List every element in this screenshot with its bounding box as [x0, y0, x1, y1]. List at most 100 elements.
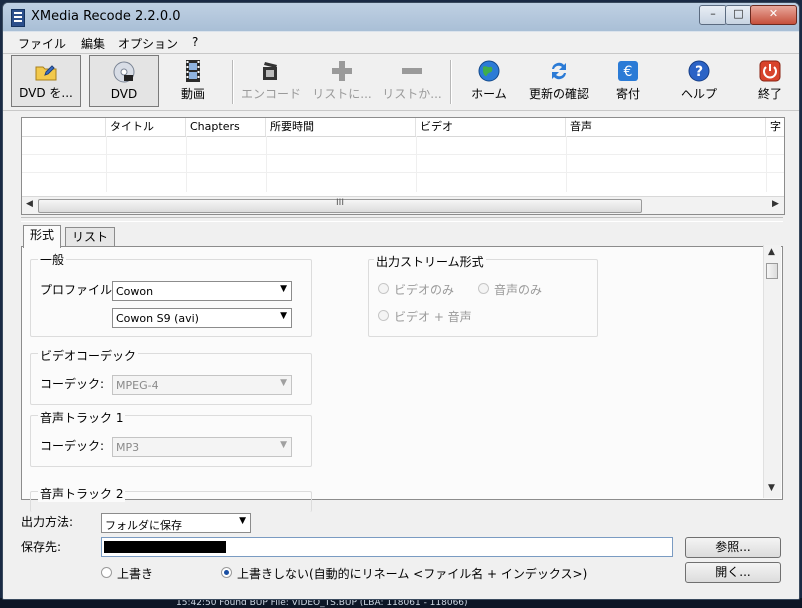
dvd-disc-icon: [113, 61, 135, 83]
save-to-label: 保存先:: [21, 540, 62, 554]
minus-icon: [402, 68, 422, 74]
overwrite-radio[interactable]: [101, 567, 112, 578]
exit-label: 終了: [757, 87, 782, 101]
device-select[interactable]: Cowon S9 (avi) ▼: [112, 308, 292, 328]
maximize-button[interactable]: □: [725, 5, 752, 25]
scroll-up-icon[interactable]: ▲: [768, 247, 775, 257]
scroll-right-icon[interactable]: ▶: [772, 199, 779, 209]
scroll-left-icon[interactable]: ◀: [26, 199, 33, 209]
help-icon: ?: [688, 60, 710, 82]
video-label: 動画: [180, 87, 205, 101]
check-update-button[interactable]: 更新の確認: [525, 55, 593, 107]
window-title: XMedia Recode 2.2.0.0: [31, 9, 181, 24]
chevron-down-icon: ▼: [280, 284, 287, 294]
row-divider: [22, 154, 784, 155]
output-method-select[interactable]: フォルダに保存 ▼: [101, 513, 251, 533]
toolbar-separator: [232, 60, 233, 104]
general-group-title: 一般: [38, 251, 67, 268]
add-to-list-label: リストに...: [312, 87, 372, 101]
horizontal-scrollbar[interactable]: ◀ III ▶: [22, 196, 784, 214]
browse-button[interactable]: 参照...: [685, 537, 781, 558]
home-label: ホーム: [471, 87, 507, 101]
audio-codec-select[interactable]: MP3 ▼: [112, 437, 292, 457]
chevron-down-icon: ▼: [239, 516, 246, 526]
add-to-list-button[interactable]: リストに...: [309, 55, 375, 107]
open-folder-button[interactable]: 開く...: [685, 562, 781, 583]
video-button[interactable]: 動画: [163, 55, 223, 107]
open-dvd-label: DVD を...: [19, 86, 73, 100]
scroll-down-icon[interactable]: ▼: [768, 483, 775, 493]
exit-button[interactable]: 終了: [741, 55, 799, 107]
chevron-down-icon: ▼: [280, 378, 287, 388]
scroll-thumb[interactable]: III: [38, 198, 642, 213]
column-divider: [186, 136, 187, 192]
menu-options[interactable]: オプション: [118, 35, 178, 52]
remove-from-list-label: リストか...: [382, 87, 442, 101]
column-header-duration[interactable]: 所要時間: [266, 118, 416, 136]
globe-icon: [478, 60, 500, 82]
splitter[interactable]: [21, 217, 783, 222]
column-header-chapters[interactable]: Chapters: [186, 118, 266, 136]
donate-button[interactable]: € 寄付: [599, 55, 657, 107]
column-divider: [766, 136, 767, 192]
output-stream-group: [368, 259, 598, 337]
column-header-audio[interactable]: 音声: [566, 118, 766, 136]
svg-text:€: €: [624, 64, 633, 80]
column-header-video[interactable]: ビデオ: [416, 118, 566, 136]
encode-button[interactable]: エンコード: [237, 55, 305, 107]
encode-label: エンコード: [240, 87, 301, 101]
profile-select[interactable]: Cowon ▼: [112, 281, 292, 301]
close-icon: ✕: [768, 7, 779, 20]
menu-file[interactable]: ファイル: [18, 35, 66, 52]
no-overwrite-radio[interactable]: [221, 567, 232, 578]
video-audio-radio[interactable]: [378, 310, 389, 321]
column-divider: [416, 136, 417, 192]
minimize-button[interactable]: –: [699, 5, 727, 25]
help-label: ヘルプ: [680, 87, 717, 101]
list-header: タイトル Chapters 所要時間 ビデオ 音声 字: [22, 118, 784, 137]
scroll-grip: III: [336, 198, 344, 208]
video-only-radio[interactable]: [378, 283, 389, 294]
column-divider: [106, 136, 107, 192]
close-button[interactable]: ✕: [750, 5, 797, 25]
open-dvd-button[interactable]: DVD を...: [11, 55, 81, 107]
tab-list[interactable]: リスト: [65, 227, 116, 248]
video-codec-group-title: ビデオコーデック: [38, 347, 139, 364]
donate-icon: €: [618, 61, 638, 81]
audio-only-radio[interactable]: [478, 283, 489, 294]
tab-format[interactable]: 形式: [23, 225, 62, 248]
audio-codec-label: コーデック:: [40, 439, 105, 453]
toolbar: DVD を... DVD 動画 エンコード リストに... リストか... ホー…: [3, 54, 799, 111]
chevron-down-icon: ▼: [280, 440, 287, 450]
donate-label: 寄付: [615, 87, 640, 101]
scroll-thumb[interactable]: [766, 263, 778, 279]
main-content: タイトル Chapters 所要時間 ビデオ 音声 字 ◀ III ▶ 形式 リ…: [3, 111, 799, 599]
menu-edit[interactable]: 編集: [81, 35, 105, 52]
refresh-icon: [552, 62, 566, 80]
app-icon: [11, 9, 25, 27]
encode-icon: [263, 62, 277, 80]
redacted-path: [104, 541, 226, 553]
remove-from-list-button[interactable]: リストか...: [379, 55, 445, 107]
format-panel: 一般 プロファイル: Cowon ▼ Cowon S9 (avi) ▼ 出力スト…: [21, 246, 783, 512]
column-header-subtitle[interactable]: 字: [766, 118, 784, 136]
save-path-input[interactable]: [101, 537, 673, 557]
column-header-select[interactable]: [22, 118, 106, 136]
profile-label: プロファイル:: [40, 283, 117, 297]
help-button[interactable]: ? ヘルプ: [667, 55, 731, 107]
row-divider: [22, 172, 784, 173]
video-audio-label: ビデオ + 音声: [394, 310, 472, 324]
output-method-label: 出力方法:: [21, 515, 74, 529]
dvd-button[interactable]: DVD: [89, 55, 159, 107]
video-codec-label: コーデック:: [40, 377, 105, 391]
power-icon: [759, 60, 781, 82]
output-stream-group-title: 出力ストリーム形式: [374, 253, 486, 270]
menu-help[interactable]: ?: [192, 35, 198, 49]
video-codec-value: MPEG-4: [116, 379, 159, 392]
column-header-title[interactable]: タイトル: [106, 118, 186, 136]
column-divider: [566, 136, 567, 192]
home-button[interactable]: ホーム: [459, 55, 519, 107]
vertical-scrollbar[interactable]: ▲ ▼: [763, 245, 781, 498]
video-codec-select[interactable]: MPEG-4 ▼: [112, 375, 292, 395]
title-list[interactable]: タイトル Chapters 所要時間 ビデオ 音声 字 ◀ III ▶: [21, 117, 785, 215]
